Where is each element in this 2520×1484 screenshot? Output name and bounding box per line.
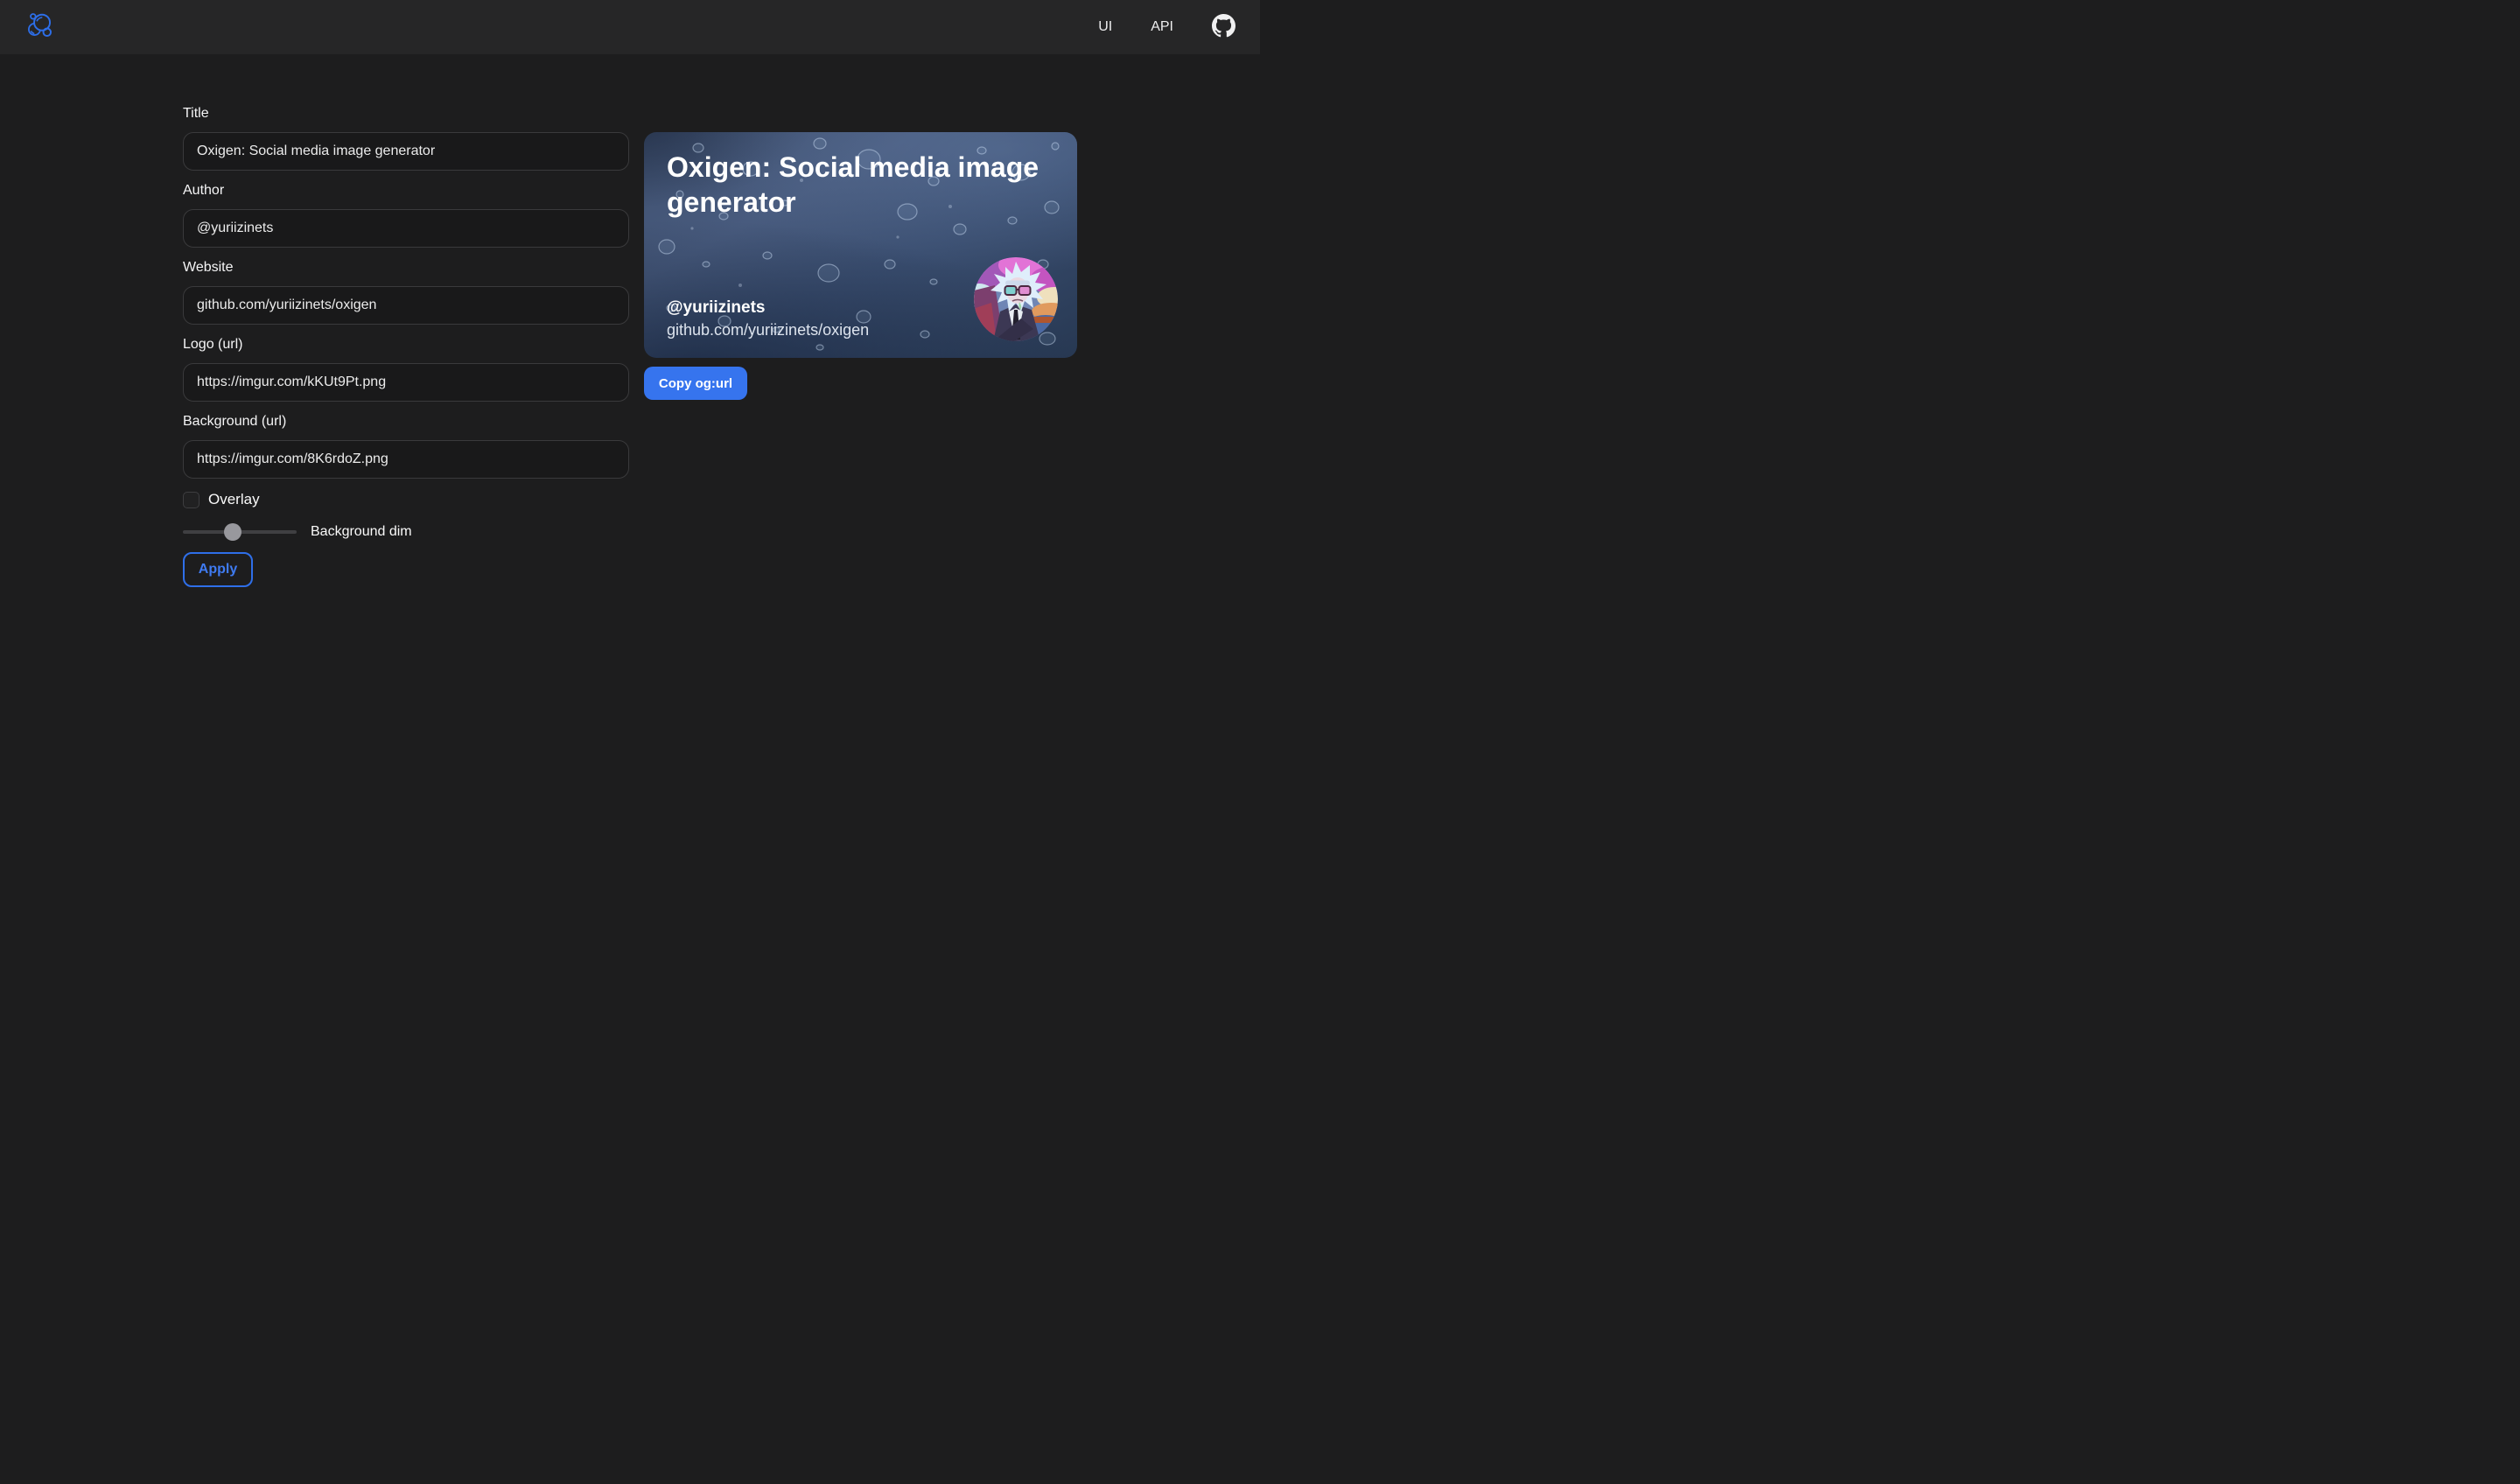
bubbles-icon: [24, 10, 56, 46]
title-label: Title: [183, 106, 629, 122]
field-background-url: Background (url): [183, 414, 629, 479]
field-logo-url: Logo (url): [183, 337, 629, 402]
preview-title: Oxigen: Social media image generator: [667, 150, 1056, 220]
app-logo[interactable]: [24, 10, 56, 46]
logo-url-label: Logo (url): [183, 337, 629, 353]
nav-links: UI API: [1098, 14, 1236, 40]
website-input[interactable]: [183, 286, 629, 325]
overlay-row: Overlay: [183, 491, 629, 508]
apply-button[interactable]: Apply: [183, 552, 253, 587]
nav-link-api[interactable]: API: [1151, 19, 1173, 35]
author-input[interactable]: [183, 209, 629, 248]
preview-website: github.com/yuriizinets/oxigen: [667, 319, 869, 340]
website-label: Website: [183, 260, 629, 276]
background-url-label: Background (url): [183, 414, 629, 430]
background-dim-thumb[interactable]: [224, 523, 242, 541]
og-settings-form: Title Author Website Logo (url) Backgrou…: [183, 106, 629, 587]
og-image-preview: Oxigen: Social media image generator @yu…: [644, 132, 1077, 358]
preview-author: @yuriizinets: [667, 297, 869, 319]
github-icon: [1212, 14, 1236, 40]
main-content: Title Author Website Logo (url) Backgrou…: [183, 54, 1077, 587]
overlay-checkbox[interactable]: [183, 492, 200, 508]
background-dim-row: Background dim: [183, 523, 629, 541]
title-input[interactable]: [183, 132, 629, 171]
github-link[interactable]: [1212, 14, 1236, 40]
author-label: Author: [183, 183, 629, 199]
overlay-label: Overlay: [208, 491, 260, 508]
preview-footer: @yuriizinets github.com/yuriizinets/oxig…: [667, 297, 869, 340]
field-website: Website: [183, 260, 629, 325]
copy-og-url-button[interactable]: Copy og:url: [644, 367, 747, 400]
background-dim-slider[interactable]: [183, 523, 297, 541]
logo-url-input[interactable]: [183, 363, 629, 402]
field-author: Author: [183, 183, 629, 248]
nav-link-ui[interactable]: UI: [1098, 19, 1112, 35]
navbar: UI API: [0, 0, 1260, 54]
background-dim-label: Background dim: [311, 524, 412, 540]
preview-avatar: [974, 257, 1058, 341]
field-title: Title: [183, 106, 629, 171]
og-preview-panel: Oxigen: Social media image generator @yu…: [644, 132, 1077, 400]
background-url-input[interactable]: [183, 440, 629, 479]
